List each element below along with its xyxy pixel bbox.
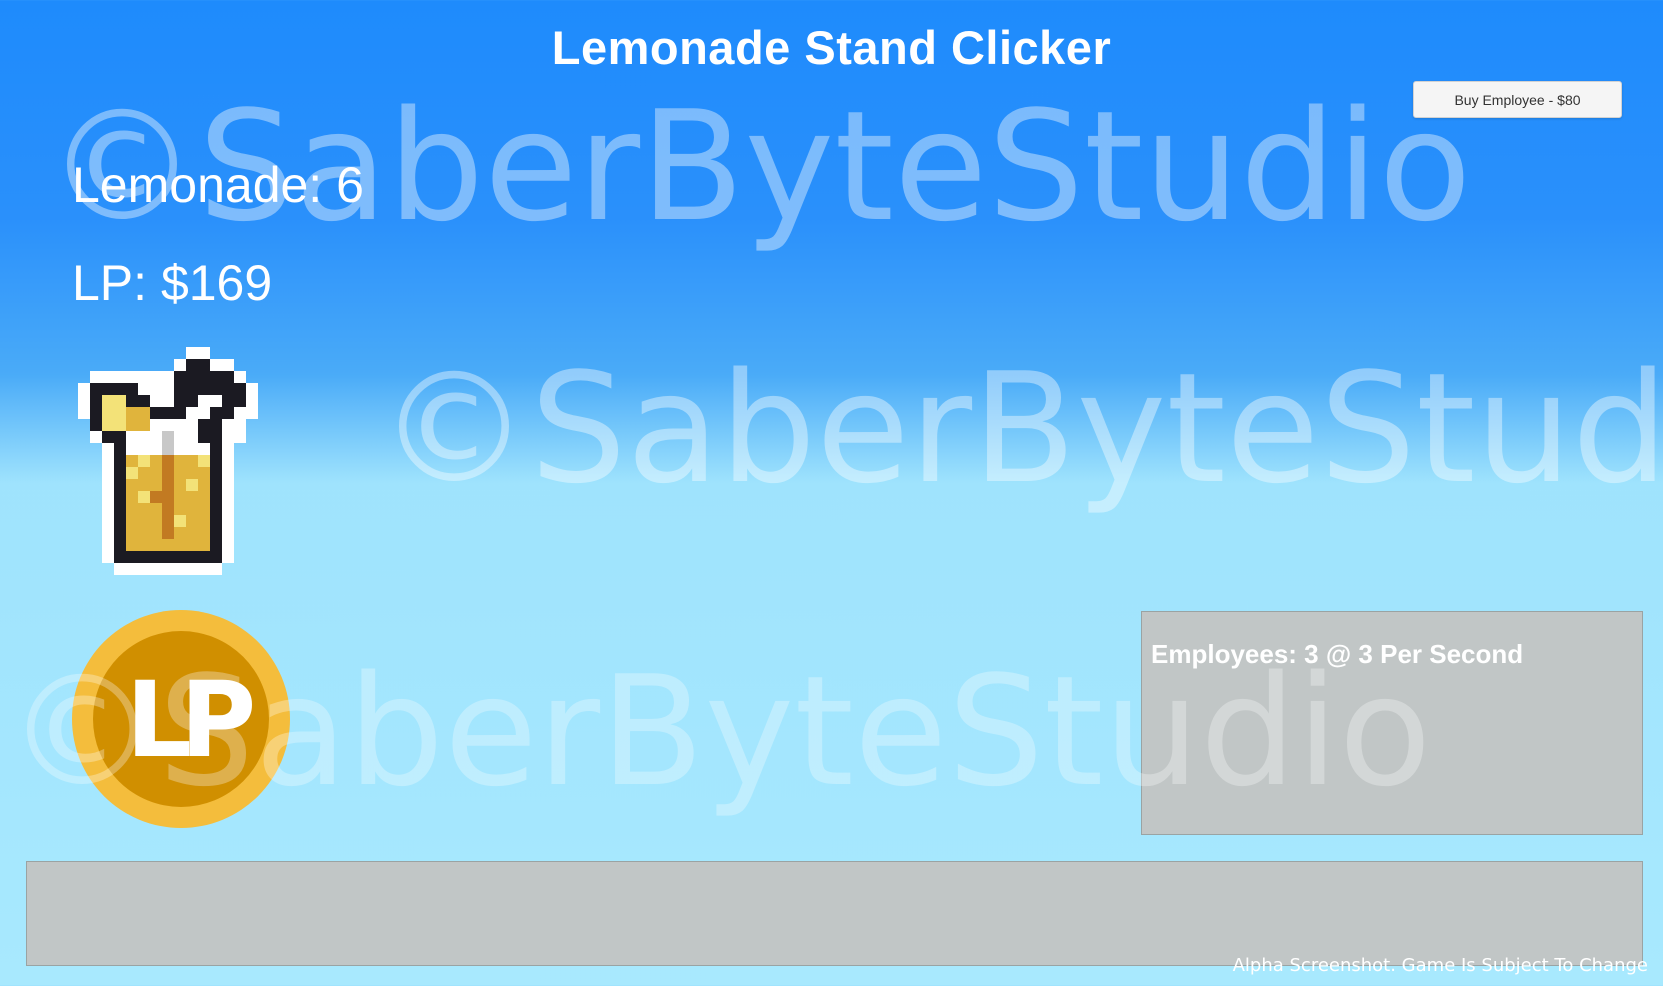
lemonade-count: Lemonade: 6: [72, 157, 364, 213]
employees-panel: Employees: 3 @ 3 Per Second: [1141, 611, 1643, 835]
buy-employee-button[interactable]: Buy Employee - $80: [1413, 81, 1622, 118]
coin-logo-text: LP: [126, 659, 252, 781]
lp-coin-icon[interactable]: LP: [72, 610, 290, 828]
lemonade-glass-icon[interactable]: [78, 345, 282, 589]
alpha-disclaimer: Alpha Screenshot. Game Is Subject To Cha…: [1232, 955, 1648, 976]
game-title: Lemonade Stand Clicker: [551, 21, 1112, 74]
lp-balance: LP: $169: [72, 255, 273, 311]
bottom-panel: [26, 861, 1643, 966]
employees-status: Employees: 3 @ 3 Per Second: [1151, 639, 1524, 669]
watermark: ©SaberByteStudio: [378, 340, 1663, 517]
